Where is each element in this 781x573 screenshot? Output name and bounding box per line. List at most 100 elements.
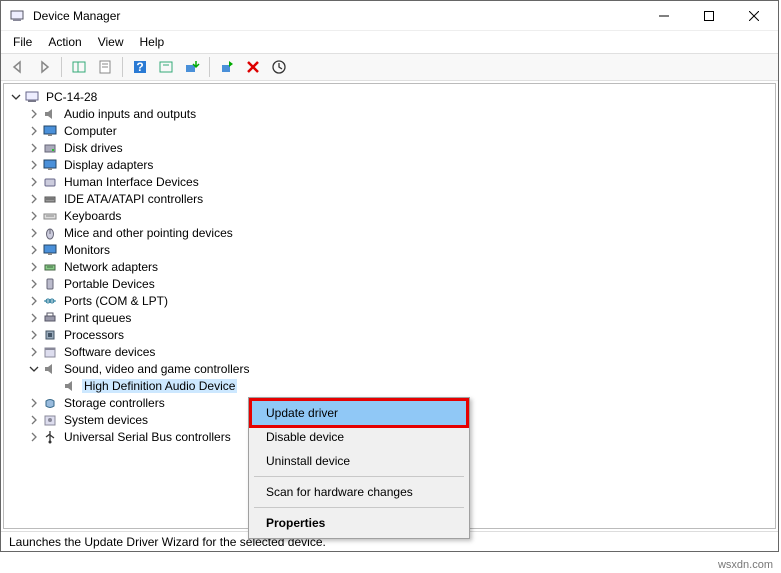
- tree-category[interactable]: Network adapters: [6, 258, 773, 275]
- tree-category[interactable]: Disk drives: [6, 139, 773, 156]
- tree-category[interactable]: Display adapters: [6, 156, 773, 173]
- tree-category-label: Print queues: [62, 311, 133, 325]
- category-icon: [42, 242, 58, 258]
- tree-category-label: Keyboards: [62, 209, 123, 223]
- tree-category[interactable]: Ports (COM & LPT): [6, 292, 773, 309]
- tree-category[interactable]: Audio inputs and outputs: [6, 105, 773, 122]
- tree-category[interactable]: Sound, video and game controllers: [6, 360, 773, 377]
- chevron-right-icon[interactable]: [26, 123, 42, 139]
- menu-file[interactable]: File: [7, 33, 38, 51]
- chevron-right-icon[interactable]: [26, 429, 42, 445]
- category-icon: [42, 225, 58, 241]
- disable-device-button[interactable]: [268, 56, 290, 78]
- chevron-right-icon[interactable]: [26, 395, 42, 411]
- chevron-down-icon[interactable]: [8, 89, 24, 105]
- tree-root[interactable]: PC-14-28: [6, 88, 773, 105]
- context-scan-hardware[interactable]: Scan for hardware changes: [252, 480, 466, 504]
- back-button[interactable]: [7, 56, 29, 78]
- uninstall-button[interactable]: [242, 56, 264, 78]
- chevron-right-icon[interactable]: [26, 157, 42, 173]
- chevron-right-icon[interactable]: [26, 276, 42, 292]
- context-disable-device[interactable]: Disable device: [252, 425, 466, 449]
- computer-icon: [24, 89, 40, 105]
- properties-button[interactable]: [94, 56, 116, 78]
- chevron-right-icon[interactable]: [26, 310, 42, 326]
- chevron-right-icon[interactable]: [26, 225, 42, 241]
- tree-category[interactable]: Computer: [6, 122, 773, 139]
- tree-category-label: System devices: [62, 413, 150, 427]
- toolbar-separator: [122, 57, 123, 77]
- speaker-icon: [62, 378, 78, 394]
- menu-view[interactable]: View: [92, 33, 130, 51]
- close-button[interactable]: [731, 2, 776, 30]
- tree-category-label: Mice and other pointing devices: [62, 226, 235, 240]
- category-icon: [42, 344, 58, 360]
- forward-button[interactable]: [33, 56, 55, 78]
- category-icon: [42, 293, 58, 309]
- chevron-right-icon[interactable]: [26, 106, 42, 122]
- context-menu: Update driver Disable device Uninstall d…: [248, 397, 470, 539]
- minimize-button[interactable]: [641, 2, 686, 30]
- chevron-down-icon[interactable]: [26, 361, 42, 377]
- tree-category-label: IDE ATA/ATAPI controllers: [62, 192, 205, 206]
- tree-category-label: Processors: [62, 328, 126, 342]
- tree-category[interactable]: Mice and other pointing devices: [6, 224, 773, 241]
- chevron-right-icon[interactable]: [26, 412, 42, 428]
- chevron-right-icon[interactable]: [26, 140, 42, 156]
- context-properties[interactable]: Properties: [252, 511, 466, 535]
- category-icon: [42, 361, 58, 377]
- tree-category[interactable]: Keyboards: [6, 207, 773, 224]
- category-icon: [42, 310, 58, 326]
- chevron-right-icon[interactable]: [26, 259, 42, 275]
- chevron-right-icon[interactable]: [26, 344, 42, 360]
- category-icon: [42, 157, 58, 173]
- tree-category[interactable]: Software devices: [6, 343, 773, 360]
- tree-category-label: Software devices: [62, 345, 157, 359]
- show-hide-console-button[interactable]: [68, 56, 90, 78]
- chevron-right-icon[interactable]: [26, 174, 42, 190]
- category-icon: [42, 208, 58, 224]
- category-icon: [42, 174, 58, 190]
- tree-category[interactable]: Human Interface Devices: [6, 173, 773, 190]
- help-button[interactable]: ?: [129, 56, 151, 78]
- toolbar: ?: [1, 53, 778, 81]
- category-icon: [42, 327, 58, 343]
- watermark: wsxdn.com: [718, 559, 773, 571]
- category-icon: [42, 191, 58, 207]
- chevron-right-icon[interactable]: [26, 242, 42, 258]
- chevron-right-icon[interactable]: [26, 327, 42, 343]
- toolbar-separator: [209, 57, 210, 77]
- context-uninstall-device[interactable]: Uninstall device: [252, 449, 466, 473]
- category-icon: [42, 259, 58, 275]
- tree-device-label: High Definition Audio Device: [82, 379, 237, 393]
- chevron-right-icon[interactable]: [26, 191, 42, 207]
- category-icon: [42, 395, 58, 411]
- menu-help[interactable]: Help: [134, 33, 171, 51]
- tree-category-label: Display adapters: [62, 158, 155, 172]
- tree-device[interactable]: High Definition Audio Device: [6, 377, 773, 394]
- scan-hardware-button[interactable]: [155, 56, 177, 78]
- tree-category-label: Sound, video and game controllers: [62, 362, 251, 376]
- tree-category-label: Ports (COM & LPT): [62, 294, 170, 308]
- tree-category[interactable]: Processors: [6, 326, 773, 343]
- window-title: Device Manager: [33, 9, 641, 23]
- chevron-right-icon[interactable]: [26, 293, 42, 309]
- tree-category-label: Computer: [62, 124, 119, 138]
- menu-action[interactable]: Action: [42, 33, 87, 51]
- tree-category-label: Universal Serial Bus controllers: [62, 430, 233, 444]
- enable-device-button[interactable]: [216, 56, 238, 78]
- tree-category-label: Monitors: [62, 243, 112, 257]
- context-update-driver[interactable]: Update driver: [252, 401, 466, 425]
- update-driver-button[interactable]: [181, 56, 203, 78]
- menubar: File Action View Help: [1, 31, 778, 53]
- category-icon: [42, 123, 58, 139]
- maximize-button[interactable]: [686, 2, 731, 30]
- tree-category-label: Network adapters: [62, 260, 160, 274]
- tree-category[interactable]: Print queues: [6, 309, 773, 326]
- tree-category[interactable]: IDE ATA/ATAPI controllers: [6, 190, 773, 207]
- titlebar: Device Manager: [1, 1, 778, 31]
- tree-category[interactable]: Monitors: [6, 241, 773, 258]
- tree-category[interactable]: Portable Devices: [6, 275, 773, 292]
- chevron-right-icon[interactable]: [26, 208, 42, 224]
- tree-category-label: Audio inputs and outputs: [62, 107, 198, 121]
